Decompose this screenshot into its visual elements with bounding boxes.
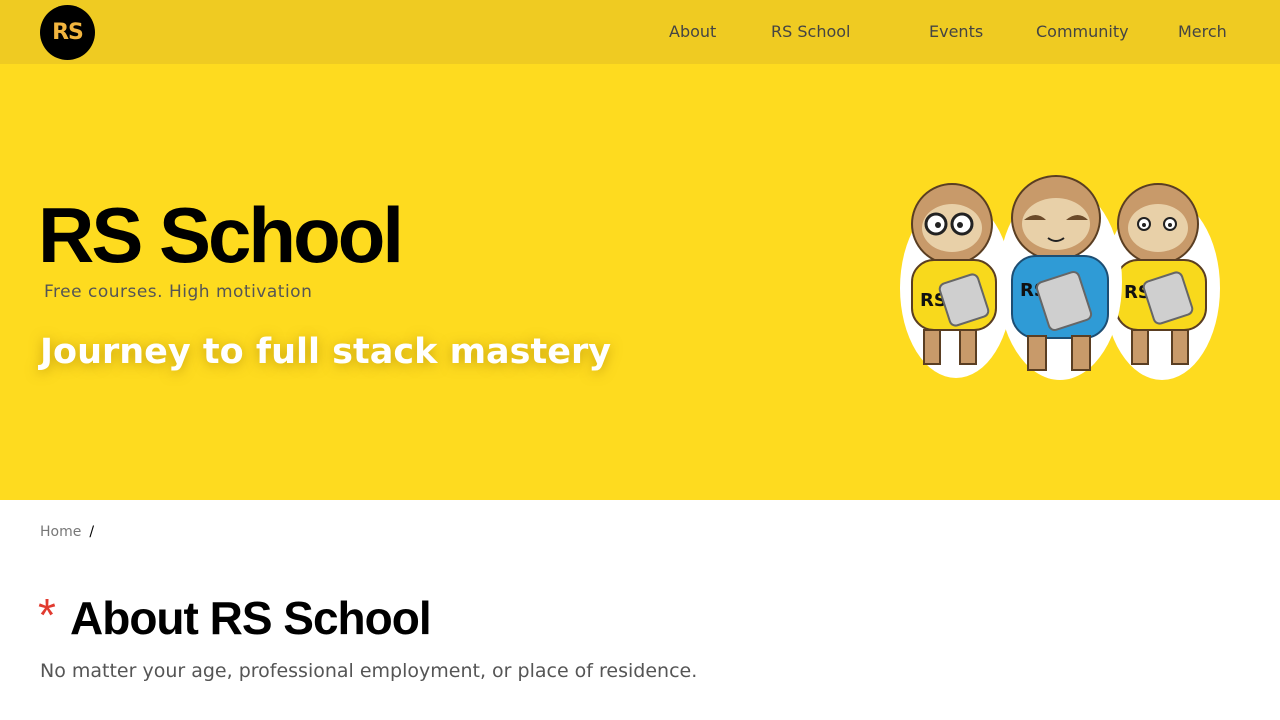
breadcrumb-separator: / [89,524,95,540]
nav-community[interactable]: Community [1036,22,1129,41]
hero-title: RS School [38,191,404,279]
nav-events[interactable]: Events [929,22,983,41]
nav-rs-school[interactable]: RS School [771,22,850,41]
section-title: About RS School [70,592,432,644]
sloth-mascots-illustration: RS RS RS [900,175,1220,380]
site-header: RS About RS School Events Community Merc… [0,0,1280,64]
sloth-mascot-left: RS [900,183,1012,378]
nav-merch[interactable]: Merch [1178,22,1227,41]
logo-text: RS [52,20,84,45]
nav-about[interactable]: About [669,22,716,41]
hero-banner: RS School Free courses. High motivation … [0,64,1280,500]
breadcrumb: Home / [40,524,94,540]
breadcrumb-home-link[interactable]: Home [40,524,81,540]
hero-subtitle: Journey to full stack mastery [40,332,612,372]
hero-tagline: Free courses. High motivation [44,282,313,302]
section-description: No matter your age, professional employm… [40,660,698,682]
section-asterisk-marker: * [38,589,56,641]
rs-logo[interactable]: RS [40,5,95,60]
sloth-mascot-center: RS [998,175,1122,380]
